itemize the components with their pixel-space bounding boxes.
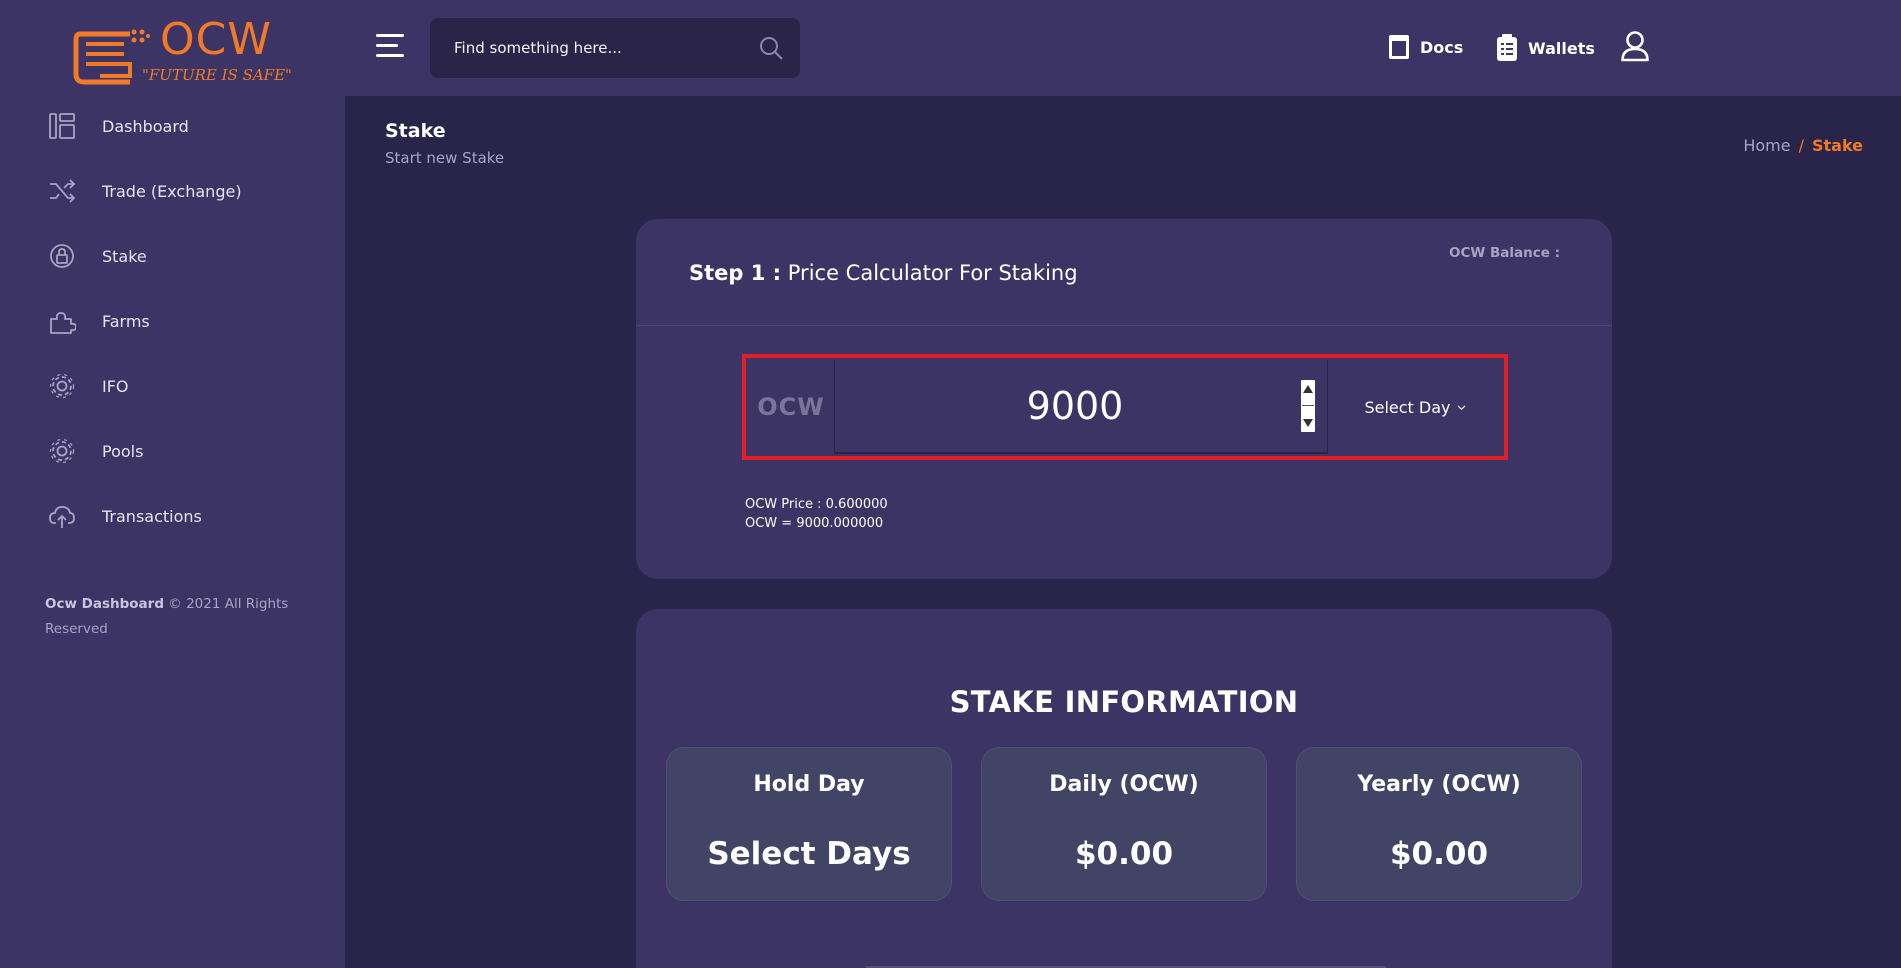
info-box-value: $0.00	[1389, 836, 1489, 872]
step-prefix: Step 1 :	[689, 261, 782, 285]
breadcrumb-home-link[interactable]: Home	[1743, 136, 1790, 155]
sidebar-footer: Ocw Dashboard © 2021 All Rights Reserved	[45, 592, 305, 642]
stake-amount-input[interactable]	[835, 360, 1275, 452]
amount-input-wrapper	[834, 360, 1328, 454]
user-profile-icon[interactable]	[1620, 30, 1650, 62]
sidebar-item-label: Farms	[102, 311, 150, 331]
increment-arrow-icon[interactable]	[1303, 385, 1313, 393]
select-day-label: Select Day	[1364, 397, 1451, 417]
step-title: Step 1 : Price Calculator For Staking	[689, 261, 1078, 285]
wallets-link[interactable]: Wallets	[1496, 34, 1595, 62]
hamburger-line	[376, 44, 398, 47]
sidebar-item-trade[interactable]: Trade (Exchange)	[48, 177, 242, 205]
sidebar-item-dashboard[interactable]: Dashboard	[48, 112, 189, 140]
spinner-divider	[1302, 405, 1314, 406]
sidebar: Dashboard Trade (Exchange) Stake Farms I…	[0, 96, 345, 968]
dashboard-icon	[49, 113, 75, 139]
menu-toggle-button[interactable]	[376, 34, 404, 58]
card-header: Step 1 : Price Calculator For Staking OC…	[636, 219, 1612, 326]
search-bar	[430, 18, 800, 78]
search-icon[interactable]	[758, 35, 784, 61]
number-spinner	[1301, 380, 1315, 432]
sidebar-item-label: Pools	[102, 441, 144, 461]
stake-information-heading: STAKE INFORMATION	[949, 685, 1299, 719]
sidebar-item-ifo[interactable]: IFO	[48, 372, 129, 400]
shuffle-icon	[50, 179, 76, 203]
search-input[interactable]	[430, 18, 750, 78]
breadcrumb: Home / Stake	[1743, 136, 1863, 155]
breadcrumb-current: Stake	[1811, 136, 1863, 155]
sidebar-item-label: Trade (Exchange)	[102, 181, 242, 201]
wallet-logo-icon	[73, 29, 150, 85]
step-title-text: Price Calculator For Staking	[787, 261, 1078, 285]
info-box-value: $0.00	[1074, 836, 1174, 872]
sidebar-item-label: Stake	[102, 246, 147, 266]
breadcrumb-separator: /	[1798, 136, 1804, 155]
page-title: Stake	[385, 120, 446, 142]
yearly-ocw-box: Yearly (OCW) $0.00	[1296, 747, 1582, 901]
hamburger-line	[376, 34, 404, 37]
info-box-title: Yearly (OCW)	[1357, 772, 1521, 797]
price-info: OCW Price : 0.600000 OCW = 9000.000000	[745, 495, 888, 533]
docs-label: Docs	[1420, 37, 1464, 57]
sidebar-item-stake[interactable]: Stake	[48, 242, 147, 270]
select-day-dropdown[interactable]: Select Day	[1328, 360, 1502, 454]
gear-icon	[49, 438, 75, 464]
hold-day-box: Hold Day Select Days	[666, 747, 952, 901]
info-box-value: Select Days	[707, 836, 911, 872]
cloud-upload-icon	[49, 506, 75, 528]
decrement-arrow-icon[interactable]	[1303, 419, 1313, 427]
info-box-title: Daily (OCW)	[1049, 772, 1199, 797]
currency-prefix: OCW	[748, 360, 834, 454]
page-subtitle: Start new Stake	[385, 149, 505, 167]
ocw-balance-label: OCW Balance :	[1449, 245, 1560, 261]
docs-link[interactable]: Docs	[1388, 34, 1463, 60]
gear-icon	[49, 373, 75, 399]
logo-text: OCW	[160, 14, 272, 65]
hamburger-line	[376, 54, 404, 57]
puzzle-icon	[50, 312, 76, 334]
sidebar-item-label: IFO	[102, 376, 129, 396]
sidebar-item-pools[interactable]: Pools	[48, 437, 143, 465]
sidebar-item-transactions[interactable]: Transactions	[48, 502, 202, 530]
ocw-price-text: OCW Price : 0.600000	[745, 497, 888, 512]
stake-amount-group: OCW Select Day	[742, 354, 1508, 460]
info-box-title: Hold Day	[753, 772, 865, 797]
daily-ocw-box: Daily (OCW) $0.00	[981, 747, 1267, 901]
brand-logo[interactable]: OCW "FUTURE IS SAFE"	[72, 14, 292, 89]
ocw-equals-text: OCW = 9000.000000	[745, 516, 884, 531]
clipboard-icon	[1497, 34, 1517, 61]
price-calculator-card: Step 1 : Price Calculator For Staking OC…	[636, 219, 1612, 579]
stake-lock-icon	[50, 244, 74, 268]
chevron-down-icon	[1457, 404, 1465, 410]
sidebar-item-label: Dashboard	[102, 116, 189, 136]
document-icon	[1389, 35, 1409, 59]
sidebar-item-farms[interactable]: Farms	[48, 307, 150, 335]
sidebar-item-label: Transactions	[102, 506, 202, 526]
footer-brand: Ocw Dashboard	[45, 596, 164, 612]
wallets-label: Wallets	[1528, 38, 1595, 58]
logo-tagline: "FUTURE IS SAFE"	[142, 66, 292, 84]
top-header: OCW "FUTURE IS SAFE" Docs Wallets	[0, 0, 1901, 96]
stake-information-card: STAKE INFORMATION Hold Day Select Days D…	[636, 609, 1612, 968]
